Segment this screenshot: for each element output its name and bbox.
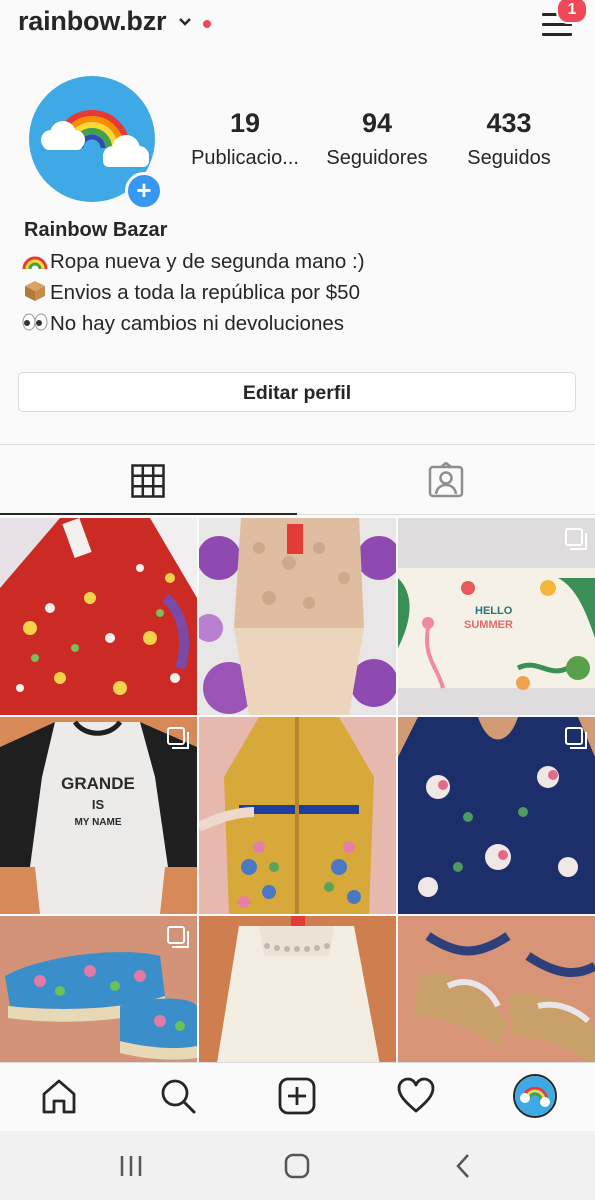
post-4-text-is: IS bbox=[92, 797, 105, 812]
stat-followers-value: 94 bbox=[361, 108, 393, 138]
stat-followers-label: Seguidores bbox=[326, 147, 428, 169]
bio-line-1: Ropa nueva y de segunda mano :) bbox=[22, 249, 365, 274]
stat-posts-label: Publicacio... bbox=[191, 147, 299, 169]
post-3-text-hello: HELLO bbox=[475, 605, 513, 617]
bio-line-3-text: No hay cambios ni devoluciones bbox=[50, 312, 344, 335]
carousel-icon bbox=[565, 727, 587, 749]
edit-profile-button[interactable]: Editar perfil bbox=[18, 372, 576, 412]
profile-full-name: Rainbow Bazar bbox=[24, 219, 168, 241]
post-tile-8[interactable] bbox=[199, 916, 396, 1062]
post-tile-7[interactable] bbox=[0, 916, 197, 1062]
post-tile-5[interactable] bbox=[199, 717, 396, 914]
carousel-icon bbox=[565, 528, 587, 550]
add-story-button[interactable]: + bbox=[125, 172, 163, 210]
new-post-icon[interactable] bbox=[277, 1076, 317, 1116]
stat-following-label: Seguidos bbox=[467, 147, 551, 169]
post-tile-6[interactable] bbox=[398, 717, 595, 914]
stat-followers[interactable]: 94 Seguidores bbox=[312, 108, 442, 170]
home-icon[interactable] bbox=[39, 1076, 79, 1116]
post-4-text-my-name: MY NAME bbox=[74, 817, 121, 828]
profile-username[interactable]: rainbow.bzr bbox=[18, 6, 167, 37]
notification-badge: 1 bbox=[556, 0, 588, 24]
stat-posts-value: 19 bbox=[229, 108, 261, 138]
post-image-red-floral-dress bbox=[0, 518, 197, 715]
post-image-white-top bbox=[199, 916, 396, 1062]
post-image-lace-bodysuit bbox=[199, 518, 396, 715]
eyes-emoji-icon bbox=[22, 313, 48, 331]
tabs-bottom-divider bbox=[297, 514, 595, 515]
bio-line-2-text: Envios a toda la república por $50 bbox=[50, 281, 360, 304]
stat-posts[interactable]: 19 Publicacio... bbox=[180, 108, 310, 170]
chevron-down-icon[interactable] bbox=[177, 14, 193, 30]
post-tile-4[interactable]: GRANDE IS MY NAME bbox=[0, 717, 197, 914]
carousel-icon bbox=[167, 727, 189, 749]
post-tile-9[interactable] bbox=[398, 916, 595, 1062]
post-image-wedge-sandals bbox=[398, 916, 595, 1062]
notification-dot bbox=[203, 20, 211, 28]
stat-following[interactable]: 433 Seguidos bbox=[444, 108, 574, 170]
tagged-user-icon bbox=[428, 462, 464, 498]
post-image-mustard-dress bbox=[199, 717, 396, 914]
profile-tab-avatar[interactable] bbox=[513, 1074, 557, 1118]
bio-line-2: Envios a toda la república por $50 bbox=[22, 280, 360, 305]
post-3-text-summer: SUMMER bbox=[464, 619, 513, 631]
package-emoji-icon bbox=[25, 281, 45, 301]
rainbow-emoji-icon bbox=[22, 256, 48, 270]
search-icon[interactable] bbox=[158, 1076, 198, 1116]
carousel-icon bbox=[167, 926, 189, 948]
post-tile-2[interactable] bbox=[199, 518, 396, 715]
tab-grid[interactable] bbox=[0, 445, 297, 515]
home-button-icon[interactable] bbox=[279, 1148, 315, 1184]
recent-apps-icon[interactable] bbox=[113, 1148, 149, 1184]
rainbow-logo-small-image bbox=[515, 1076, 555, 1116]
post-4-text-grande: GRANDE bbox=[61, 774, 135, 793]
activity-heart-icon[interactable] bbox=[396, 1076, 436, 1116]
bio-line-3: No hay cambios ni devoluciones bbox=[22, 311, 344, 336]
back-icon[interactable] bbox=[446, 1148, 482, 1184]
bio-line-1-text: Ropa nueva y de segunda mano :) bbox=[50, 250, 365, 273]
tab-tagged[interactable] bbox=[297, 445, 595, 515]
grid-icon bbox=[131, 464, 165, 498]
post-tile-3[interactable]: HELLO SUMMER bbox=[398, 518, 595, 715]
active-tab-indicator bbox=[0, 513, 297, 515]
stat-following-value: 433 bbox=[486, 108, 532, 138]
post-tile-1[interactable] bbox=[0, 518, 197, 715]
